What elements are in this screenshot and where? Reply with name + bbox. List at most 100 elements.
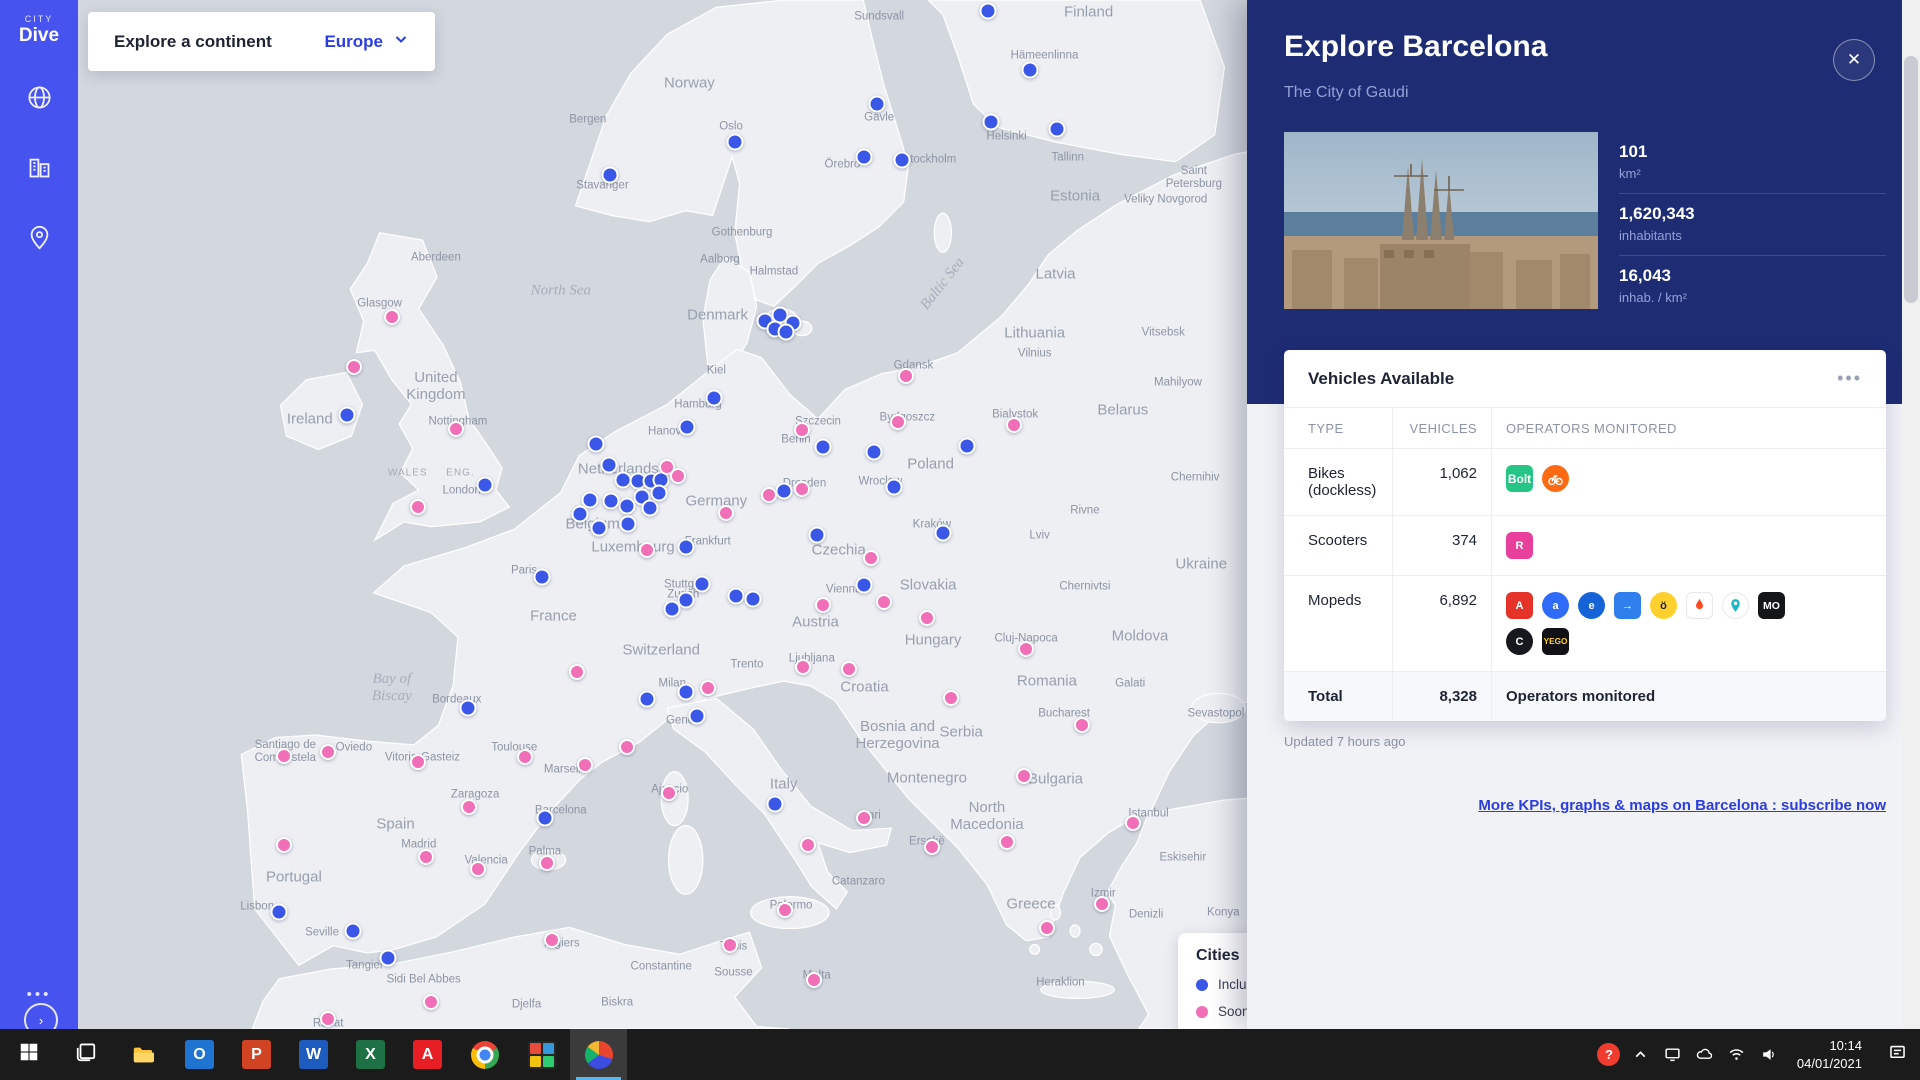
city-dot-soon[interactable]	[795, 659, 811, 675]
file-explorer-taskbar-button[interactable]	[114, 1029, 171, 1080]
city-dot-soon[interactable]	[863, 550, 879, 566]
city-dot-soon[interactable]	[722, 937, 738, 953]
city-dot-soon[interactable]	[841, 661, 857, 677]
city-dot-soon[interactable]	[384, 309, 400, 325]
city-dot-included[interactable]	[476, 476, 493, 493]
city-dot-included[interactable]	[572, 506, 589, 523]
city-dot-soon[interactable]	[410, 754, 426, 770]
city-dot-included[interactable]	[601, 167, 618, 184]
city-dot-soon[interactable]	[619, 739, 635, 755]
city-dot-soon[interactable]	[1018, 641, 1034, 657]
city-dot-soon[interactable]	[661, 785, 677, 801]
city-dot-included[interactable]	[590, 519, 607, 536]
city-dot-included[interactable]	[344, 922, 361, 939]
get-help[interactable]: ?	[1593, 1029, 1625, 1080]
city-dot-soon[interactable]	[346, 359, 362, 375]
photos-app-taskbar-button[interactable]	[513, 1029, 570, 1080]
city-dot-soon[interactable]	[890, 414, 906, 430]
city-dot-soon[interactable]	[670, 468, 686, 484]
city-dot-included[interactable]	[678, 419, 695, 436]
action-center-button[interactable]	[1874, 1029, 1920, 1080]
city-dot-soon[interactable]	[856, 810, 872, 826]
city-dot-soon[interactable]	[718, 505, 734, 521]
volume-icon[interactable]	[1753, 1029, 1785, 1080]
powerpoint-taskbar-button[interactable]: P	[228, 1029, 285, 1080]
city-dot-included[interactable]	[778, 323, 795, 340]
city-dot-included[interactable]	[814, 438, 831, 455]
city-dot-soon[interactable]	[1125, 815, 1141, 831]
city-dot-included[interactable]	[894, 152, 911, 169]
city-dot-included[interactable]	[638, 691, 655, 708]
city-dot-soon[interactable]	[320, 1011, 336, 1027]
hidden-icons-chevron[interactable]	[1625, 1029, 1657, 1080]
city-dot-soon[interactable]	[320, 744, 336, 760]
city-dot-included[interactable]	[650, 485, 667, 502]
city-dot-soon[interactable]	[276, 748, 292, 764]
city-dot-included[interactable]	[338, 407, 355, 424]
city-dot-included[interactable]	[727, 588, 744, 605]
city-dot-soon[interactable]	[569, 664, 585, 680]
ellipsis-icon[interactable]: •••	[1837, 368, 1862, 389]
city-dot-included[interactable]	[866, 443, 883, 460]
city-dot-included[interactable]	[856, 577, 873, 594]
city-dot-soon[interactable]	[517, 749, 533, 765]
city-dot-soon[interactable]	[410, 499, 426, 515]
continent-selector[interactable]: Explore a continent Europe	[88, 12, 435, 71]
city-dot-soon[interactable]	[539, 855, 555, 871]
city-dot-soon[interactable]	[639, 542, 655, 558]
excel-taskbar-button[interactable]: X	[342, 1029, 399, 1080]
city-dot-soon[interactable]	[577, 757, 593, 773]
city-dot-soon[interactable]	[423, 994, 439, 1010]
city-dot-soon[interactable]	[448, 421, 464, 437]
acrobat-taskbar-button[interactable]: A	[399, 1029, 456, 1080]
city-dot-included[interactable]	[934, 524, 951, 541]
taskbar-clock[interactable]: 10:14 04/01/2021	[1785, 1029, 1874, 1080]
citydive-app-taskbar-button[interactable]	[570, 1029, 627, 1080]
city-dot-soon[interactable]	[276, 837, 292, 853]
city-dot-included[interactable]	[677, 539, 694, 556]
city-dot-soon[interactable]	[1039, 920, 1055, 936]
sidebar-more-ellipsis-icon[interactable]: •••	[27, 986, 52, 1003]
city-dot-included[interactable]	[856, 148, 873, 165]
city-dot-included[interactable]	[982, 114, 999, 131]
city-dot-soon[interactable]	[919, 610, 935, 626]
city-dot-soon[interactable]	[806, 972, 822, 988]
city-dot-included[interactable]	[271, 904, 288, 921]
city-dot-included[interactable]	[664, 600, 681, 617]
city-dot-soon[interactable]	[876, 594, 892, 610]
page-scrollbar[interactable]	[1902, 0, 1920, 1029]
display-icon[interactable]	[1657, 1029, 1689, 1080]
city-dot-included[interactable]	[618, 497, 635, 514]
city-dot-included[interactable]	[534, 568, 551, 585]
city-dot-soon[interactable]	[794, 422, 810, 438]
city-dot-included[interactable]	[620, 516, 637, 533]
city-dot-included[interactable]	[767, 796, 784, 813]
city-dot-included[interactable]	[868, 96, 885, 113]
close-button[interactable]: ✕	[1833, 39, 1875, 81]
city-dot-soon[interactable]	[470, 861, 486, 877]
city-dot-soon[interactable]	[898, 368, 914, 384]
city-dot-soon[interactable]	[1016, 768, 1032, 784]
sidebar-item-locations[interactable]	[22, 223, 56, 257]
onedrive-cloud-icon[interactable]	[1689, 1029, 1721, 1080]
city-dot-included[interactable]	[775, 483, 792, 500]
city-dot-soon[interactable]	[761, 487, 777, 503]
city-dot-included[interactable]	[726, 134, 743, 151]
city-dot-soon[interactable]	[1094, 896, 1110, 912]
city-dot-included[interactable]	[688, 708, 705, 725]
city-dot-soon[interactable]	[800, 837, 816, 853]
subscribe-link[interactable]: More KPIs, graphs & maps on Barcelona : …	[1284, 797, 1886, 814]
city-dot-soon[interactable]	[1074, 717, 1090, 733]
city-dot-included[interactable]	[677, 683, 694, 700]
city-dot-included[interactable]	[459, 699, 476, 716]
city-dot-soon[interactable]	[418, 849, 434, 865]
city-dot-soon[interactable]	[943, 690, 959, 706]
outlook-taskbar-button[interactable]: O	[171, 1029, 228, 1080]
task-view-button[interactable]	[57, 1029, 114, 1080]
city-dot-included[interactable]	[693, 576, 710, 593]
city-dot-soon[interactable]	[1006, 417, 1022, 433]
city-dot-included[interactable]	[808, 527, 825, 544]
city-dot-included[interactable]	[642, 500, 659, 517]
citydive-logo[interactable]: CITY Dive	[19, 14, 59, 47]
city-dot-soon[interactable]	[924, 839, 940, 855]
